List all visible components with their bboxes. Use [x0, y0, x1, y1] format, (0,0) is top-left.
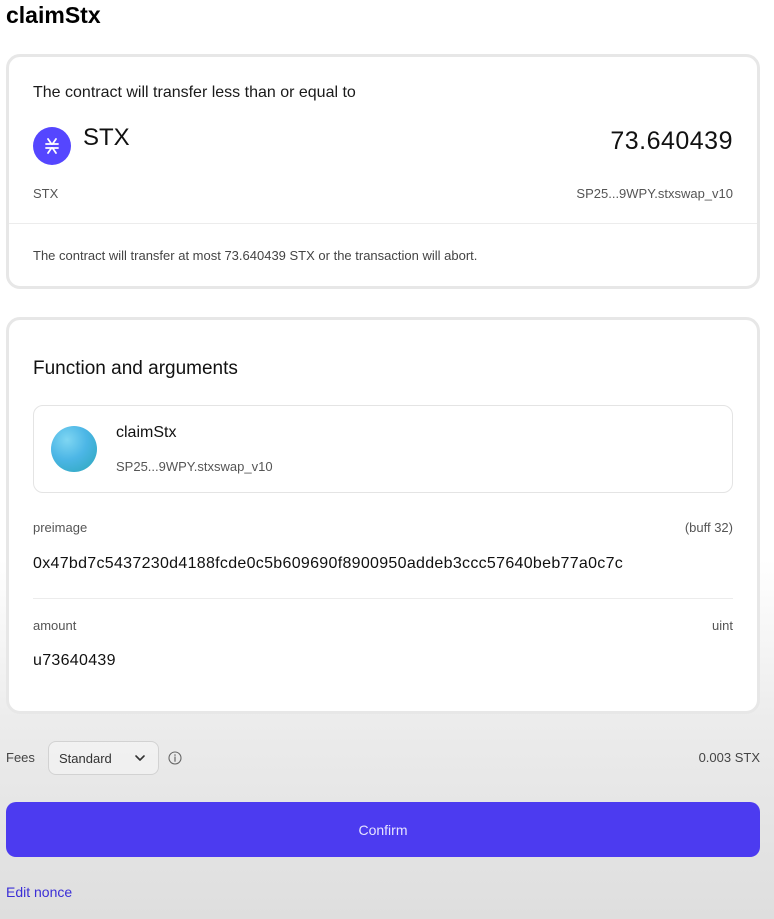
fee-amount: 0.003 STX [698, 750, 760, 765]
arg-type: uint [712, 618, 733, 633]
edit-nonce-link[interactable]: Edit nonce [6, 884, 72, 900]
contract-id: SP25...9WPY.stxswap_v10 [576, 186, 733, 201]
token-amount: 73.640439 [610, 127, 733, 155]
info-icon[interactable] [168, 751, 182, 765]
contract-avatar [51, 426, 97, 472]
function-name: claimStx [116, 424, 177, 441]
page-title: claimStx [6, 2, 101, 28]
token-subtitle: STX [33, 186, 59, 201]
fees-label: Fees [6, 750, 35, 765]
divider [33, 598, 733, 599]
arg-name: amount [33, 618, 77, 633]
arg-value: u73640439 [33, 652, 116, 669]
transfer-note: The contract will transfer at most 73.64… [33, 248, 478, 263]
arg-value: 0x47bd7c5437230d4188fcde0c5b609690f89009… [33, 555, 624, 572]
arg-type: (buff 32) [684, 520, 733, 535]
function-card: Function and arguments claimStx SP25...9… [6, 317, 760, 714]
transfer-heading: The contract will transfer less than or … [33, 84, 356, 101]
function-heading: Function and arguments [33, 358, 238, 379]
token-symbol: STX [83, 124, 130, 151]
post-condition-card: The contract will transfer less than or … [6, 54, 760, 289]
fee-tier-select[interactable]: Standard [48, 741, 159, 775]
chevron-down-icon [134, 752, 146, 767]
divider [9, 223, 757, 224]
fee-tier-value: Standard [59, 750, 112, 766]
stacks-icon [33, 127, 71, 165]
function-summary: claimStx SP25...9WPY.stxswap_v10 [33, 405, 733, 493]
arg-name: preimage [33, 520, 88, 535]
function-contract: SP25...9WPY.stxswap_v10 [116, 459, 273, 474]
confirm-button[interactable]: Confirm [6, 802, 760, 857]
